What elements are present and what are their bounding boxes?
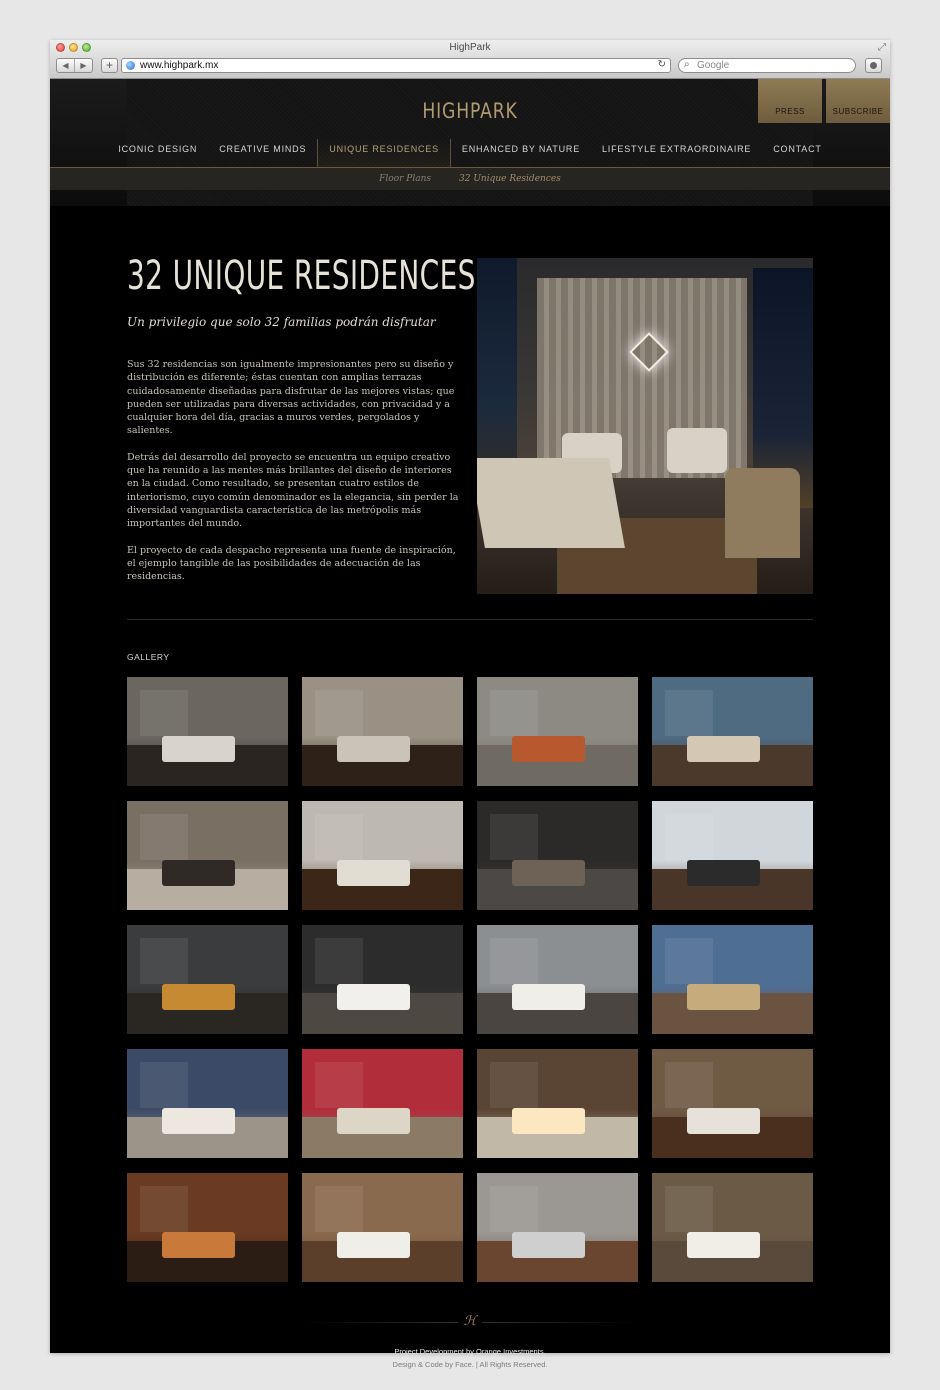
subscribe-button[interactable]: SUBSCRIBE xyxy=(826,79,890,123)
nav-item-creative-minds[interactable]: CREATIVE MINDS xyxy=(208,139,317,167)
sub-nav: Floor Plans 32 Unique Residences xyxy=(50,168,890,190)
history-buttons: ◀ ▶ xyxy=(56,58,93,73)
gallery-thumbnail[interactable] xyxy=(652,1173,813,1282)
footer-monogram-icon: ℋ xyxy=(458,1314,482,1330)
footer-credit: Project Development by Orange Investment… xyxy=(394,1347,546,1356)
gallery-thumbnail[interactable] xyxy=(127,677,288,786)
search-icon: ⌕ xyxy=(684,59,690,70)
section-divider xyxy=(127,619,813,620)
gallery-thumbnail[interactable] xyxy=(127,1173,288,1282)
gallery-thumbnail[interactable] xyxy=(652,801,813,910)
search-placeholder: Google xyxy=(697,60,730,71)
nav-item-enhanced-by-nature[interactable]: ENHANCED BY NATURE xyxy=(451,139,591,167)
window-title: HighPark xyxy=(449,42,491,53)
gallery-thumbnail[interactable] xyxy=(652,677,813,786)
browser-window: HighPark ⤢ ◀ ▶ + www.highpark.mx ↻ ⌕ Goo… xyxy=(50,40,890,1369)
gallery-thumbnail[interactable] xyxy=(477,1173,638,1282)
website: HIGHPARK PRESS SUBSCRIBE ICONIC DESIGN CR… xyxy=(50,79,890,1369)
back-icon[interactable]: ◀ xyxy=(57,59,74,72)
hero-image xyxy=(477,258,813,594)
url-text: www.highpark.mx xyxy=(140,60,219,71)
page-title: 32 UNIQUE RESIDENCES xyxy=(127,253,476,299)
gallery-thumbnail[interactable] xyxy=(302,1173,463,1282)
subnav-item-32-unique-residences[interactable]: 32 Unique Residences xyxy=(459,168,561,190)
gallery-heading: GALLERY xyxy=(127,652,170,662)
gallery-thumbnail[interactable] xyxy=(302,925,463,1034)
gallery-thumbnail[interactable] xyxy=(652,1049,813,1158)
gallery-thumbnail[interactable] xyxy=(477,925,638,1034)
browser-toolbar: HighPark ⤢ ◀ ▶ + www.highpark.mx ↻ ⌕ Goo… xyxy=(50,40,890,79)
gallery-thumbnail[interactable] xyxy=(652,925,813,1034)
gallery-thumbnail[interactable] xyxy=(302,801,463,910)
gallery-thumbnail[interactable] xyxy=(477,1049,638,1158)
gallery-thumbnail[interactable] xyxy=(302,677,463,786)
downloads-button[interactable] xyxy=(865,58,882,73)
intro-paragraph: El proyecto de cada despacho representa … xyxy=(127,544,456,583)
footer-design-credit[interactable]: Design & Code by Face. | All Rights Rese… xyxy=(50,1360,890,1369)
gallery-thumbnail[interactable] xyxy=(127,1049,288,1158)
gallery-thumbnail[interactable] xyxy=(477,677,638,786)
gallery-grid xyxy=(127,677,813,1282)
subnav-item-floor-plans[interactable]: Floor Plans xyxy=(379,168,431,190)
intro-paragraph: Sus 32 residencias son igualmente impres… xyxy=(127,359,455,437)
page-subtitle: Un privilegio que solo 32 familias podrá… xyxy=(127,315,436,329)
add-bookmark-button[interactable]: + xyxy=(101,58,118,73)
globe-icon xyxy=(126,61,135,70)
nav-item-iconic-design[interactable]: ICONIC DESIGN xyxy=(107,139,208,167)
search-input[interactable]: ⌕ Google xyxy=(678,58,856,73)
nav-item-contact[interactable]: CONTACT xyxy=(762,139,832,167)
site-header: HIGHPARK PRESS SUBSCRIBE ICONIC DESIGN CR… xyxy=(50,79,890,206)
gallery-thumbnail[interactable] xyxy=(127,801,288,910)
nav-item-lifestyle-extraordinaire[interactable]: LIFESTYLE EXTRAORDINAIRE xyxy=(591,139,762,167)
main-nav: ICONIC DESIGN CREATIVE MINDS UNIQUE RESIDE… xyxy=(50,139,890,167)
intro-paragraph: Detrás del desarrollo del proyecto se en… xyxy=(127,451,459,530)
address-bar[interactable]: www.highpark.mx ↻ xyxy=(121,58,671,73)
intro-text: Sus 32 residencias son igualmente impres… xyxy=(127,358,462,596)
press-button[interactable]: PRESS xyxy=(758,79,822,123)
gallery-thumbnail[interactable] xyxy=(127,925,288,1034)
fullscreen-icon[interactable]: ⤢ xyxy=(878,42,886,53)
site-logo[interactable]: HIGHPARK xyxy=(189,99,752,123)
gallery-thumbnail[interactable] xyxy=(477,801,638,910)
nav-item-unique-residences[interactable]: UNIQUE RESIDENCES xyxy=(317,139,451,167)
download-icon xyxy=(870,62,877,69)
forward-icon[interactable]: ▶ xyxy=(74,59,92,72)
gallery-thumbnail[interactable] xyxy=(302,1049,463,1158)
reload-icon[interactable]: ↻ xyxy=(658,59,666,70)
